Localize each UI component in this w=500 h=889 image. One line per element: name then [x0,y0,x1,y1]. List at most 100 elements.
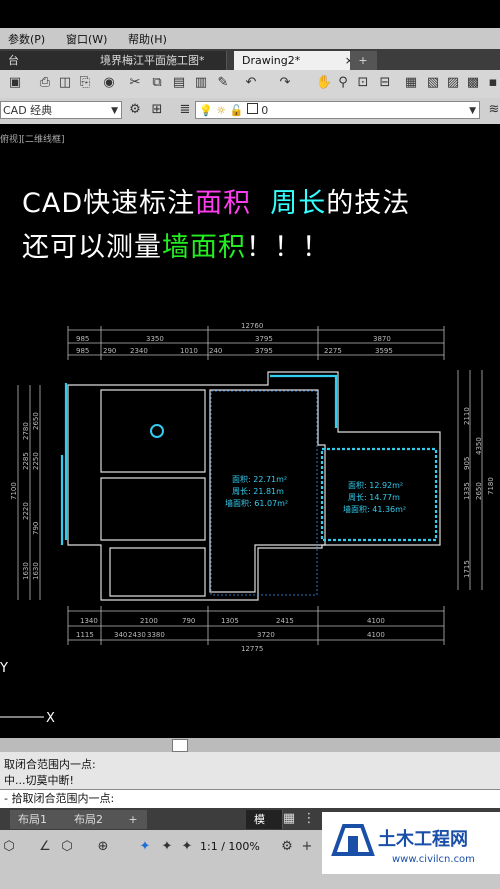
dim-text: 2650 [475,482,483,500]
room-big-wall-area: 墙面积: 61.07m² [225,498,288,508]
dim-text: 2650 [32,412,40,430]
tool-palette-icon[interactable]: ▨ [446,76,460,90]
lock-icon: 🔓 [229,104,244,117]
publish-icon[interactable]: ⎘ [78,76,92,90]
room-middle-left [100,477,206,541]
command-prompt: - 拾取闭合范围内一点: [4,792,115,805]
floor-plan-drawing: 12760 985 3350 3795 3870 985 290 2340 10… [0,322,495,726]
gear-icon[interactable]: ⚙ [280,840,294,854]
layer-color-swatch [246,103,258,114]
menu-help[interactable]: 帮助(H) [128,31,167,47]
grid-icon[interactable]: ▦ [282,812,296,826]
plot-icon[interactable]: ◉ [102,76,116,90]
logo-icon [348,836,358,854]
dim-text: 3795 [255,347,273,355]
dim-text: 2220 [22,502,30,520]
ucs-x-label: X [46,711,55,726]
dim-text: 2275 [324,347,342,355]
dim-total-top: 12760 [241,322,263,330]
command-history: 取闭合范围内一点: 中...切莫中断! [0,752,500,789]
gear-icon[interactable]: ⚙ [128,103,142,117]
dim-text: 790 [182,617,195,625]
auto-scale-icon[interactable]: ✦ [180,840,194,854]
model-space-button[interactable]: 模型 [246,810,283,845]
tab-label: 布局2 [74,813,103,826]
zoom-scale[interactable]: 1:1 / 100% [200,840,260,853]
brush-icon[interactable]: ✎ [216,76,230,90]
workspace-settings-icon[interactable]: ⊞ [150,103,164,117]
tab-layout1[interactable]: 布局1 [10,810,67,829]
zoom-realtime-icon[interactable]: ⚲ [336,76,350,90]
chevron-down-icon[interactable]: ▼ [111,102,118,120]
isometric-icon[interactable]: ⬡ [2,840,16,854]
room-top-left [100,389,206,473]
workspace-value: CAD 经典 [3,104,53,117]
object-snap-icon[interactable]: ⬡ [60,840,74,854]
properties-icon[interactable]: ▦ [404,76,418,90]
redo-icon[interactable]: ↷ [278,76,292,90]
save-icon[interactable]: ▣ [8,76,22,90]
preview-icon[interactable]: ◫ [58,76,72,90]
paste-icon[interactable]: ▤ [172,76,186,90]
snap-tracking-icon[interactable]: ⊕ [96,840,110,854]
dim-text: 2415 [276,617,294,625]
dim-text: 905 [463,457,471,470]
print-icon[interactable]: ⎙ [38,76,52,90]
workspace-select[interactable]: CAD 经典 ▼ [0,101,122,119]
layer-state-icon[interactable]: ≋ [487,103,500,117]
dim-text: 4100 [367,617,385,625]
zoom-window-icon[interactable]: ⊡ [356,76,370,90]
dim-text: 2250 [32,452,40,470]
ucs-y-label: Y [0,661,8,676]
dim-text: 1630 [32,562,40,580]
watermark-logo: 土木工程网 www.civilcn.com [331,824,475,865]
dim-text: 7100 [10,482,18,500]
dim-text: 985 [76,347,89,355]
sun-icon: ☼ [216,104,227,117]
copy-icon[interactable]: ⧉ [150,76,164,90]
layer-value: 0 [261,104,269,117]
undo-icon[interactable]: ↶ [244,76,258,90]
menu-window[interactable]: 窗口(W) [66,31,107,47]
pan-icon[interactable]: ✋ [316,76,332,90]
match-properties-icon[interactable]: ▥ [194,76,208,90]
new-layout-button[interactable]: + [120,810,147,829]
scrollbar-thumb[interactable] [172,739,188,752]
room-right-perimeter: 周长: 14.77m [348,492,400,502]
window-top-strip [0,0,500,28]
menu-params[interactable]: 参数(P) [8,31,45,47]
dim-text: 2110 [463,407,471,425]
dimension-lines [17,326,483,645]
annotation-visibility-icon[interactable]: ✦ [138,840,152,854]
sheet-set-icon[interactable]: ▩ [466,76,480,90]
dim-text: 2430 [128,631,146,639]
tab-plan-drawing[interactable]: 境界梅江平面施工图* [92,51,227,70]
room-right-area: 面积: 12.92m² [348,480,403,490]
site-watermark: 土木工程网 www.civilcn.com [322,812,500,874]
snap-icon[interactable]: ⋮ [302,812,316,826]
tab-layout2[interactable]: 布局2 [66,810,123,829]
cut-icon[interactable]: ✂ [128,76,142,90]
room-big-area: 面积: 22.71m² [232,474,287,484]
command-line[interactable]: - 拾取闭合范围内一点: [0,789,500,809]
new-tab-button[interactable]: + [350,51,377,70]
markup-icon[interactable]: ▪ [486,76,500,90]
tab-drawing2[interactable]: Drawing2* × [234,51,361,70]
command-history-line: 中...切莫中断! [4,774,74,787]
tab-start[interactable]: 台 [0,51,97,70]
dim-total-bottom: 12775 [241,645,263,653]
polar-tracking-icon[interactable]: ∠ [38,840,52,854]
watermark-name: 土木工程网 [378,828,468,850]
annotation-scale-icon[interactable]: ✦ [160,840,174,854]
standard-toolbar: ▣ ⎙ ◫ ⎘ ◉ ✂ ⧉ ▤ ▥ ✎ ↶ ↷ ✋ ⚲ ⊡ ⊟ ▦ ▧ ▨ ▩ … [0,70,500,99]
zoom-previous-icon[interactable]: ⊟ [378,76,392,90]
plus-icon[interactable]: + [300,840,314,854]
layer-select[interactable]: 💡 ☼ 🔓 0 ▼ [195,101,480,119]
layer-manager-icon[interactable]: ≣ [178,103,192,117]
dim-text: 1335 [463,482,471,500]
dim-text: 4100 [367,631,385,639]
horizontal-scrollbar[interactable] [0,738,500,752]
room-right-wall-area: 墙面积: 41.36m² [343,504,406,514]
design-center-icon[interactable]: ▧ [426,76,440,90]
chevron-down-icon[interactable]: ▼ [469,102,476,120]
